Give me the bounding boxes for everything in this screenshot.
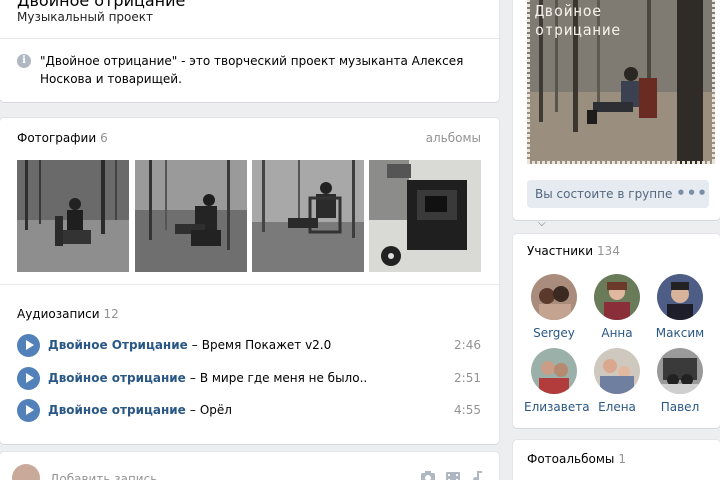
avatar[interactable]	[657, 348, 703, 394]
photos-count: 6	[100, 131, 108, 145]
group-cover-image[interactable]: Двойное отрицание	[527, 0, 715, 164]
audio-count: 12	[103, 307, 119, 321]
post-input[interactable]: Добавить запись	[50, 472, 157, 480]
members-count: 134	[597, 244, 620, 258]
track-artist[interactable]: Двойное отрицание	[48, 403, 186, 417]
photo-thumbnail[interactable]	[135, 160, 247, 272]
play-icon[interactable]	[17, 399, 40, 422]
media-card: Фотографии 6 альбомы Аудиозаписи 12 Двой…	[0, 118, 499, 444]
member-item[interactable]: Павел	[650, 348, 710, 414]
info-icon: i	[17, 54, 31, 68]
track-title: Время Покажет v2.0	[201, 338, 332, 352]
member-name[interactable]: Sergey	[524, 326, 584, 340]
member-name[interactable]: Анна	[587, 326, 647, 340]
avatar[interactable]	[657, 274, 703, 320]
music-note-icon[interactable]	[470, 470, 486, 480]
video-icon[interactable]	[445, 470, 461, 480]
audio-track-row[interactable]: Двойное отрицание – Орёл 4:55	[17, 399, 483, 423]
camera-icon[interactable]	[420, 470, 436, 480]
member-name[interactable]: Елизавета	[524, 400, 590, 414]
divider	[0, 38, 499, 39]
audio-label: Аудиозаписи	[17, 307, 100, 321]
divider	[0, 284, 499, 285]
member-item[interactable]: Елена	[587, 348, 647, 414]
photo-albums-heading[interactable]: Фотоальбомы 1	[527, 452, 626, 466]
group-title: Двойное отрицание	[17, 0, 186, 10]
photo-thumbnail[interactable]	[17, 160, 129, 272]
member-name[interactable]: Максим	[650, 326, 710, 340]
track-duration: 4:55	[454, 403, 481, 417]
play-icon[interactable]	[17, 334, 40, 357]
photo-thumbnail[interactable]	[369, 160, 481, 272]
group-status: Музыкальный проект	[17, 10, 154, 24]
play-icon[interactable]	[17, 367, 40, 390]
photos-heading[interactable]: Фотографии 6	[17, 131, 108, 145]
post-composer: Добавить запись	[0, 452, 499, 480]
audio-track-row[interactable]: Двойное Отрицание – Время Покажет v2.0 2:4…	[17, 334, 483, 358]
track-duration: 2:46	[454, 338, 481, 352]
avatar[interactable]	[594, 274, 640, 320]
chevron-down-icon: ⌵	[538, 218, 546, 229]
track-artist[interactable]: Двойное Отрицание	[48, 338, 188, 352]
group-header-card: Двойное отрицание Музыкальный проект i "…	[0, 0, 499, 102]
member-item[interactable]: Анна	[587, 274, 647, 340]
cover-title: Двойное отрицание	[535, 2, 621, 39]
group-description: "Двойное отрицание" - это творческий про…	[40, 54, 464, 86]
photos-label: Фотографии	[17, 131, 97, 145]
member-item[interactable]: Елизавета	[524, 348, 590, 414]
avatar	[12, 464, 40, 480]
track-title: В мире где меня не было..	[199, 371, 368, 385]
track-duration: 2:51	[454, 371, 481, 385]
track-separator: –	[191, 338, 198, 352]
members-card: Участники 134 Sergey Анна Максим Елизавет…	[513, 234, 720, 428]
track-separator: –	[189, 403, 196, 417]
more-options-button[interactable]: •••	[675, 180, 709, 208]
members-label: Участники	[527, 244, 594, 258]
photo-albums-count: 1	[618, 452, 627, 466]
membership-button[interactable]: Вы состоите в группе ⌵	[527, 180, 682, 229]
photo-albums-label: Фотоальбомы	[527, 452, 615, 466]
audio-heading[interactable]: Аудиозаписи 12	[17, 307, 119, 321]
members-heading[interactable]: Участники 134	[527, 244, 620, 258]
member-name[interactable]: Павел	[650, 400, 710, 414]
audio-track-row[interactable]: Двойное отрицание – В мире где меня не был…	[17, 367, 483, 391]
track-title: Орёл	[199, 403, 232, 417]
track-separator: –	[189, 371, 196, 385]
photo-albums-card: Фотоальбомы 1	[513, 440, 720, 480]
member-item[interactable]: Sergey	[524, 274, 584, 340]
membership-label: Вы состоите в группе	[535, 187, 673, 201]
track-artist[interactable]: Двойное отрицание	[48, 371, 186, 385]
member-item[interactable]: Максим	[650, 274, 710, 340]
photo-thumbnail[interactable]	[252, 160, 364, 272]
group-cover-card: Двойное отрицание Вы состоите в группе ⌵…	[513, 0, 720, 229]
member-name[interactable]: Елена	[587, 400, 647, 414]
albums-link[interactable]: альбомы	[426, 131, 481, 145]
avatar[interactable]	[531, 274, 577, 320]
avatar[interactable]	[594, 348, 640, 394]
avatar[interactable]	[531, 348, 577, 394]
